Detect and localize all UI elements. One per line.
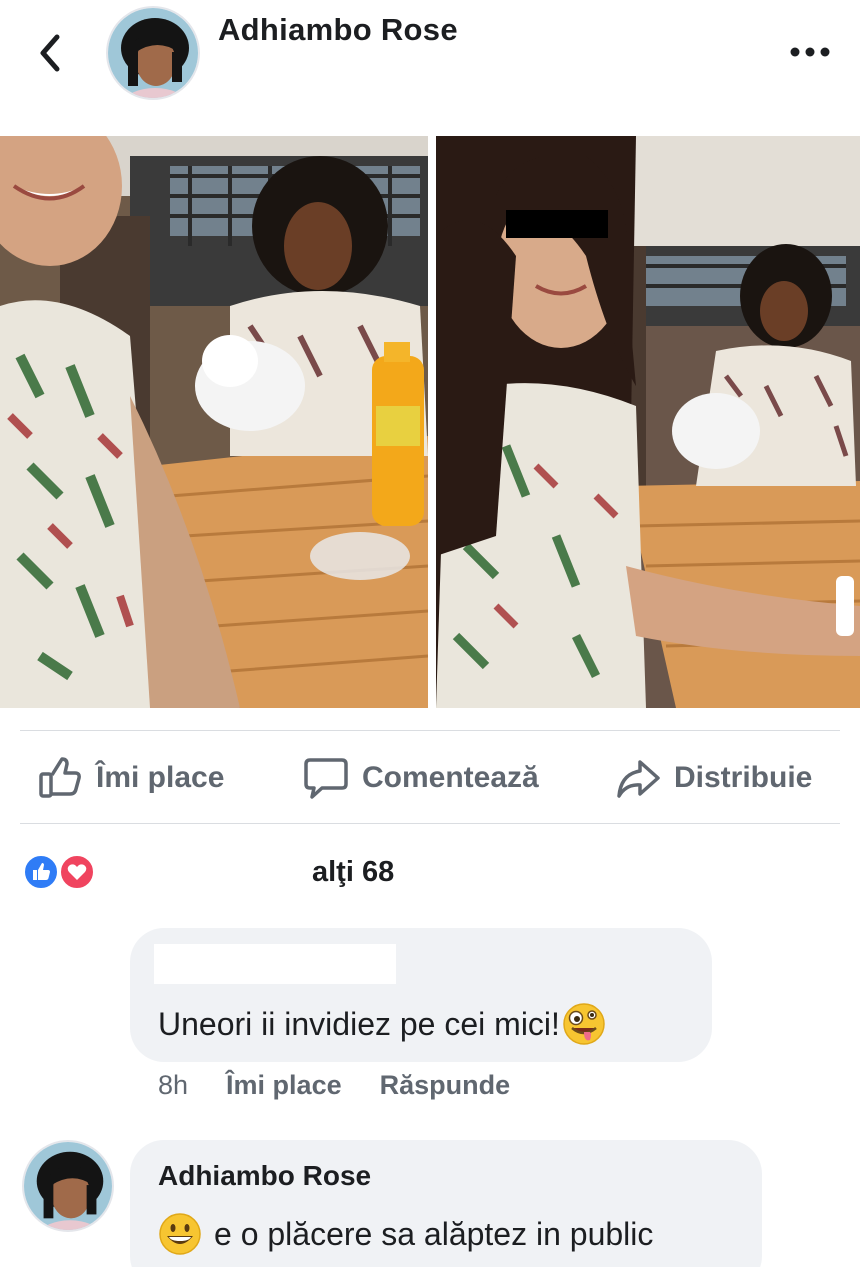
comment-time: 8h bbox=[158, 1070, 189, 1100]
comment-bubble[interactable]: Uneori ii invidiez pe cei mici! bbox=[130, 928, 712, 1062]
thumbs-up-icon bbox=[39, 757, 81, 798]
zany-face-emoji bbox=[563, 1003, 605, 1045]
comment-meta: 8h Îmi place Răspunde bbox=[158, 1070, 510, 1101]
comment-button[interactable]: Comentează bbox=[304, 731, 539, 825]
post-action-bar: Îmi place Comentează Distribuie bbox=[20, 730, 840, 824]
like-label: Îmi place bbox=[96, 761, 225, 794]
comment-text: e o plăcere sa alăptez in public bbox=[158, 1212, 653, 1256]
love-reaction-icon bbox=[58, 853, 96, 891]
chevron-left-icon bbox=[40, 34, 60, 72]
avatar[interactable] bbox=[106, 6, 200, 100]
post-photos bbox=[0, 136, 860, 708]
share-label: Distribuie bbox=[674, 761, 813, 794]
avatar[interactable] bbox=[22, 1140, 114, 1232]
more-options-button[interactable] bbox=[786, 34, 834, 70]
reaction-count: alţi 68 bbox=[312, 856, 395, 888]
profile-name[interactable]: Adhiambo Rose bbox=[218, 12, 458, 48]
comment-label: Comentează bbox=[362, 761, 539, 794]
grinning-face-emoji bbox=[159, 1213, 201, 1255]
comment-author[interactable]: Adhiambo Rose bbox=[158, 1160, 371, 1192]
post-header: Adhiambo Rose bbox=[0, 0, 860, 110]
share-arrow-icon bbox=[617, 760, 660, 798]
like-button[interactable]: Îmi place bbox=[38, 731, 224, 825]
redacted-author-name bbox=[154, 944, 396, 984]
back-button[interactable] bbox=[32, 30, 68, 76]
comment-reply-link[interactable]: Răspunde bbox=[380, 1070, 511, 1101]
more-dots-icon bbox=[790, 47, 830, 57]
like-reaction-icon bbox=[22, 853, 60, 891]
post-photo-right[interactable] bbox=[436, 136, 860, 708]
share-button[interactable]: Distribuie bbox=[616, 731, 812, 825]
comment-bubble[interactable]: Adhiambo Rose e o plăcere sa alăptez in … bbox=[130, 1140, 762, 1267]
comment-like-link[interactable]: Îmi place bbox=[226, 1070, 342, 1101]
comment-bubble-icon bbox=[304, 758, 348, 799]
comment-text: Uneori ii invidiez pe cei mici! bbox=[158, 1002, 606, 1046]
reactions-summary[interactable]: alţi 68 bbox=[22, 850, 442, 894]
post-photo-left[interactable] bbox=[0, 136, 428, 708]
